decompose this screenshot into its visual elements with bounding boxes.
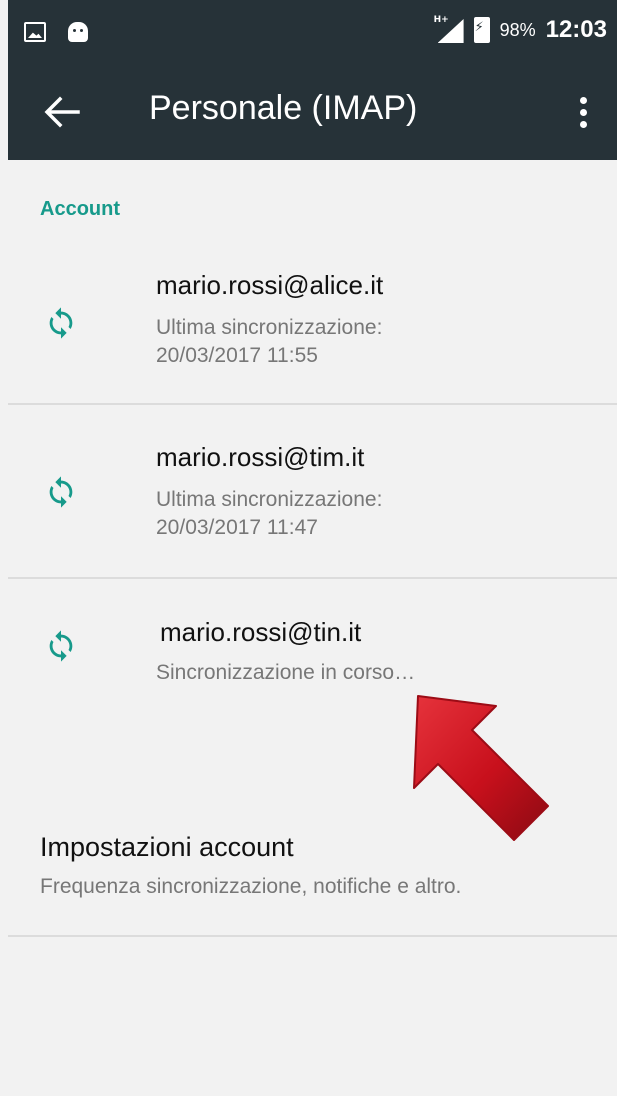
battery-percentage: 98% (499, 19, 536, 40)
arrow-back-icon (44, 96, 80, 128)
account-settings-item[interactable]: Impostazioni account (40, 832, 294, 863)
back-button[interactable] (38, 88, 86, 136)
overflow-menu-button[interactable] (568, 86, 598, 138)
account-email: mario.rossi@alice.it (156, 270, 384, 300)
account-email: mario.rossi@tin.it (160, 617, 362, 647)
android-notification-icon (68, 22, 88, 42)
battery-charging-icon (473, 17, 490, 43)
status-bar: H+ 98% 12:03 (8, 0, 617, 64)
account-email: mario.rossi@tim.it (156, 442, 365, 472)
sync-icon (49, 476, 73, 508)
gallery-notification-icon (24, 22, 46, 42)
account-row-alice[interactable]: mario.rossi@alice.it Ultima sincronizzaz… (8, 240, 617, 404)
account-sync-status: Ultima sincronizzazione: (156, 488, 383, 511)
divider (8, 935, 617, 937)
account-sync-date: 20/03/2017 11:47 (156, 516, 318, 539)
account-sync-status: Ultima sincronizzazione: (156, 316, 383, 339)
app-bar: Personale (IMAP) (8, 64, 617, 160)
clock: 12:03 (545, 16, 607, 43)
section-header: Account (40, 198, 120, 220)
account-sync-status: Sincronizzazione in corso… (156, 661, 416, 684)
signal-icon: H+ (433, 15, 464, 43)
more-vert-icon (579, 96, 587, 104)
account-list: Account mario.rossi@alice.it Ultima sinc… (8, 160, 617, 1096)
network-type: H+ (433, 15, 449, 25)
account-row-tim[interactable]: mario.rossi@tim.it Ultima sincronizzazio… (8, 405, 617, 577)
sync-icon (49, 307, 73, 339)
account-settings-description: Frequenza sincronizzazione, notifiche e … (40, 875, 462, 898)
sync-icon (49, 630, 73, 662)
page-title: Personale (IMAP) (149, 89, 418, 127)
red-arrow-annotation (413, 695, 549, 841)
account-sync-date: 20/03/2017 11:55 (156, 344, 318, 367)
